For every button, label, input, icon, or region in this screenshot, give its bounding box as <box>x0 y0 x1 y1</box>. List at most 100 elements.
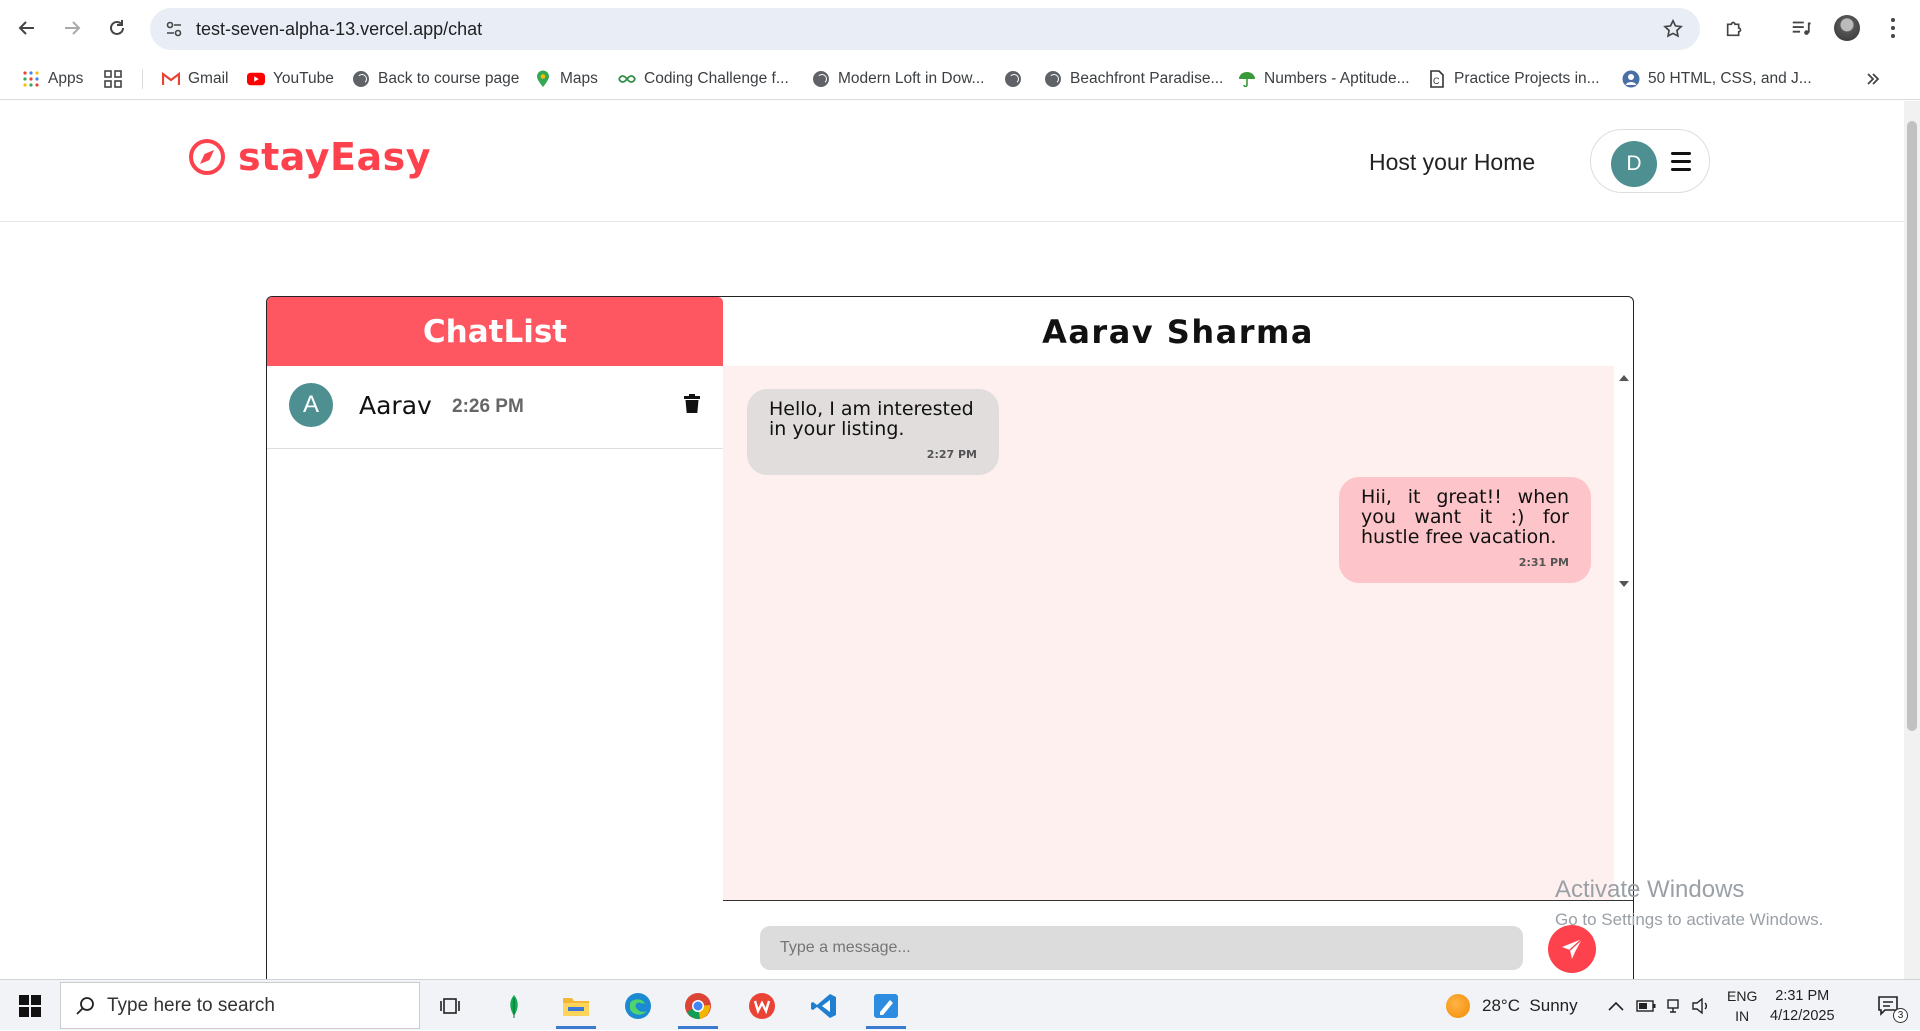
bookmark-tab-groups[interactable] <box>104 58 130 100</box>
bookmark-practice-projects[interactable]: C Practice Projects in... <box>1428 58 1600 100</box>
url-text[interactable]: test-seven-alpha-13.vercel.app/chat <box>196 19 482 40</box>
page-scrollbar-thumb[interactable] <box>1907 121 1917 731</box>
extensions-button[interactable] <box>1718 11 1752 45</box>
umbrella-icon <box>1238 70 1256 88</box>
bookmark-youtube[interactable]: YouTube <box>247 58 334 100</box>
region-code: IN <box>1735 1008 1750 1024</box>
vscode-icon <box>811 993 836 1018</box>
watermark-title: Activate Windows <box>1555 876 1745 903</box>
brand-name: stayEasy <box>238 135 432 179</box>
page-scrollbar[interactable] <box>1904 101 1920 979</box>
reload-icon <box>110 20 124 35</box>
taskbar-vscode[interactable] <box>798 982 850 1029</box>
bookmark-label: Maps <box>560 70 598 87</box>
bookmark-label: Back to course page <box>378 70 520 87</box>
globe-icon <box>352 70 370 88</box>
bookmark-star-icon[interactable] <box>1662 18 1684 45</box>
tab-groups-icon <box>104 70 122 88</box>
task-view-button[interactable] <box>424 982 476 1029</box>
puzzle-icon <box>1726 21 1742 37</box>
message-text: Hello, I am interested in your listing. <box>769 398 974 440</box>
clock-date: 4/12/2025 <box>1770 1008 1835 1024</box>
message-time: 2:31 PM <box>1518 556 1569 569</box>
bookmark-numbers-aptitude[interactable]: Numbers - Aptitude... <box>1238 58 1410 100</box>
apps-grid-icon <box>22 70 40 88</box>
message-input[interactable] <box>760 926 1523 970</box>
bookmark-label: Numbers - Aptitude... <box>1264 70 1410 87</box>
taskbar-clock[interactable]: 2:31 PM 4/12/2025 <box>1770 986 1835 1026</box>
bookmark-maps[interactable]: Maps <box>534 58 598 100</box>
taskbar-wps[interactable] <box>736 982 788 1029</box>
back-button[interactable] <box>10 11 44 45</box>
input-language[interactable]: ENG IN <box>1727 986 1757 1026</box>
bookmark-apps[interactable]: Apps <box>22 58 83 100</box>
activate-windows-watermark: Activate Windows Go to Settings to activ… <box>1555 876 1823 930</box>
delete-chat-icon[interactable] <box>684 394 700 419</box>
scroll-down-arrow-icon[interactable] <box>1618 580 1630 588</box>
site-settings-icon[interactable] <box>164 19 184 44</box>
bookmark-unnamed[interactable] <box>1004 58 1030 100</box>
chat-list-item[interactable]: A Aarav 2:26 PM <box>267 366 723 449</box>
chevron-up-icon[interactable] <box>1608 1001 1624 1011</box>
youtube-icon <box>247 70 265 88</box>
site-logo[interactable]: stayEasy <box>188 135 431 179</box>
chat-container: ChatList Aarav Sharma A Aarav 2:26 PM He… <box>266 296 1634 979</box>
coding-icon <box>618 70 636 88</box>
globe-icon <box>1044 70 1062 88</box>
scroll-up-arrow-icon[interactable] <box>1618 374 1630 382</box>
messages-scrollbar[interactable] <box>1614 366 1633 596</box>
chat-list: A Aarav 2:26 PM <box>267 366 724 979</box>
bookmark-course-page[interactable]: Back to course page <box>352 58 519 100</box>
windows-logo-icon <box>19 994 41 1017</box>
user-menu-button[interactable]: D <box>1590 129 1710 193</box>
bookmark-modern-loft[interactable]: Modern Loft in Dow... <box>812 58 984 100</box>
leaf-icon <box>510 994 518 1018</box>
media-control-button[interactable] <box>1784 11 1818 45</box>
bookmark-label: Apps <box>48 70 84 87</box>
reload-button[interactable] <box>100 11 134 45</box>
forward-button[interactable] <box>55 11 89 45</box>
message-time: 2:27 PM <box>926 448 977 461</box>
arrow-left-icon <box>18 21 34 35</box>
clock-time: 2:31 PM <box>1775 988 1830 1004</box>
profile-button[interactable] <box>1830 11 1864 45</box>
search-placeholder: Type here to search <box>107 994 275 1016</box>
network-icon[interactable] <box>1666 998 1682 1014</box>
message-composer <box>723 900 1633 979</box>
document-icon: C <box>1428 70 1446 88</box>
web-page: stayEasy Host your Home D ChatList Aarav… <box>0 101 1904 979</box>
message-thread: Hello, I am interested in your listing. … <box>723 366 1614 900</box>
paper-plane-icon <box>1562 938 1583 959</box>
bookmark-beachfront[interactable]: Beachfront Paradise... <box>1044 58 1223 100</box>
taskbar-edge[interactable] <box>612 982 664 1029</box>
user-avatar: D <box>1611 141 1657 187</box>
chat-time: 2:26 PM <box>452 396 524 417</box>
more-bookmarks-button[interactable] <box>1866 58 1880 100</box>
taskbar-chrome[interactable] <box>672 982 724 1029</box>
chrome-menu-button[interactable] <box>1876 11 1910 45</box>
send-button[interactable] <box>1548 925 1596 973</box>
site-header: stayEasy Host your Home D <box>0 101 1904 222</box>
wps-office-icon <box>749 992 775 1019</box>
edge-browser-icon <box>625 992 651 1019</box>
taskbar-search-box[interactable]: Type here to search <box>60 982 420 1029</box>
bookmark-50-projects[interactable]: 50 HTML, CSS, and J... <box>1622 58 1812 100</box>
search-icon <box>76 996 94 1015</box>
battery-icon[interactable] <box>1636 999 1656 1012</box>
weather-text: 28°C Sunny <box>1482 995 1578 1015</box>
sun-icon <box>1446 993 1470 1018</box>
weather-widget[interactable]: 28°C Sunny <box>1446 980 1578 1031</box>
taskbar-paint[interactable] <box>860 982 912 1029</box>
volume-icon[interactable] <box>1692 997 1710 1014</box>
chat-contact-name: Aarav Sharma <box>1042 312 1314 351</box>
bookmark-coding-challenge[interactable]: Coding Challenge f... <box>618 58 789 100</box>
notification-center-button[interactable]: 3 <box>1862 982 1914 1029</box>
outgoing-message: Hii, it great!! when you want it :) for … <box>1339 477 1591 583</box>
taskbar-file-explorer[interactable] <box>550 982 602 1029</box>
address-bar[interactable]: test-seven-alpha-13.vercel.app/chat <box>150 8 1700 50</box>
host-your-home-link[interactable]: Host your Home <box>1369 149 1535 176</box>
start-button[interactable] <box>0 980 60 1031</box>
globe-icon <box>812 70 830 88</box>
bookmark-gmail[interactable]: Gmail <box>162 58 228 100</box>
taskbar-mongodb[interactable] <box>488 982 540 1029</box>
